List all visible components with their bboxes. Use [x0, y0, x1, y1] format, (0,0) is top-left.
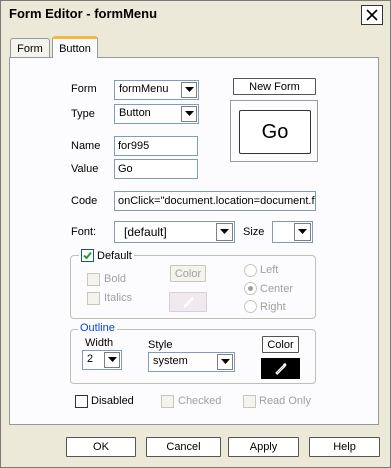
align-right-radio[interactable]	[244, 300, 257, 313]
size-label: Size	[243, 226, 265, 238]
font-label: Font:	[71, 226, 97, 238]
name-field[interactable]: for995	[114, 136, 198, 156]
font-select-value: [default]	[124, 225, 167, 239]
width-select[interactable]: 2	[82, 350, 122, 370]
tab-form-label: Form	[17, 42, 43, 55]
new-form-label: New Form	[249, 80, 300, 93]
checkmark-icon	[83, 251, 92, 260]
style-label: Style	[148, 339, 173, 351]
dialog-title: Form Editor - formMenu	[9, 6, 158, 21]
bold-checkbox[interactable]	[87, 273, 100, 286]
cancel-button[interactable]: Cancel	[146, 437, 221, 457]
readonly-label: Read Only	[259, 395, 311, 407]
default-checkbox[interactable]	[81, 249, 94, 262]
form-select-value: formMenu	[119, 83, 169, 95]
default-legend: Default	[79, 249, 134, 262]
style-select[interactable]: system	[148, 352, 235, 372]
align-left-radio[interactable]	[244, 264, 257, 277]
outline-color-button[interactable]: Color	[262, 336, 299, 353]
chevron-down-icon	[216, 223, 233, 241]
font-select[interactable]: [default]	[114, 221, 235, 243]
outline-color-swatch[interactable]	[261, 358, 300, 379]
chevron-down-icon	[104, 352, 120, 368]
name-label: Name	[71, 140, 101, 152]
width-label: Width	[85, 337, 114, 349]
close-icon	[366, 9, 378, 21]
italics-label: Italics	[104, 292, 133, 304]
disabled-checkbox[interactable]	[75, 395, 88, 408]
readonly-checkbox[interactable]	[243, 395, 256, 408]
tab-button-label: Button	[59, 42, 91, 55]
code-field[interactable]: onClick="document.location=document.f	[114, 191, 316, 211]
chevron-down-icon	[181, 82, 197, 98]
close-button[interactable]	[361, 5, 383, 25]
default-color-swatch[interactable]	[169, 292, 207, 312]
help-label: Help	[333, 441, 356, 453]
outline-color-label: Color	[267, 338, 294, 351]
checked-label: Checked	[178, 395, 222, 407]
pen-icon	[275, 363, 287, 375]
chevron-down-icon	[294, 223, 311, 241]
new-form-button[interactable]: New Form	[233, 78, 316, 95]
disabled-label: Disabled	[91, 395, 134, 407]
preview-frame: Go	[230, 100, 318, 162]
pen-icon	[183, 297, 194, 308]
align-center-radio[interactable]	[244, 282, 257, 295]
align-right-label: Right	[260, 301, 286, 313]
type-select[interactable]: Button	[114, 104, 199, 124]
help-button[interactable]: Help	[309, 437, 380, 457]
default-color-button[interactable]: Color	[170, 265, 206, 282]
type-select-value: Button	[119, 107, 151, 119]
cancel-label: Cancel	[166, 441, 201, 453]
apply-label: Apply	[249, 441, 278, 453]
ok-button[interactable]: OK	[66, 437, 136, 457]
code-label: Code	[71, 195, 98, 207]
preview-button[interactable]: Go	[239, 110, 311, 154]
size-select[interactable]	[272, 221, 313, 243]
align-left-label: Left	[260, 264, 279, 276]
bold-label: Bold	[104, 273, 127, 285]
align-center-label: Center	[260, 283, 294, 295]
ok-label: OK	[93, 441, 109, 453]
tab-form[interactable]: Form	[10, 38, 50, 58]
value-field[interactable]: Go	[114, 159, 198, 179]
default-label: Default	[97, 249, 132, 262]
style-select-value: system	[153, 355, 188, 367]
default-color-label: Color	[174, 267, 202, 280]
type-label: Type	[71, 108, 95, 120]
form-label: Form	[71, 83, 97, 95]
checked-checkbox[interactable]	[161, 395, 174, 408]
chevron-down-icon	[217, 354, 233, 370]
apply-button[interactable]: Apply	[228, 437, 299, 457]
italics-checkbox[interactable]	[87, 292, 100, 305]
outline-legend: Outline	[78, 322, 117, 334]
tab-button[interactable]: Button	[52, 36, 98, 58]
value-label: Value	[71, 163, 99, 175]
width-select-value: 2	[87, 353, 94, 365]
chevron-down-icon	[181, 106, 197, 122]
form-select[interactable]: formMenu	[114, 80, 199, 100]
